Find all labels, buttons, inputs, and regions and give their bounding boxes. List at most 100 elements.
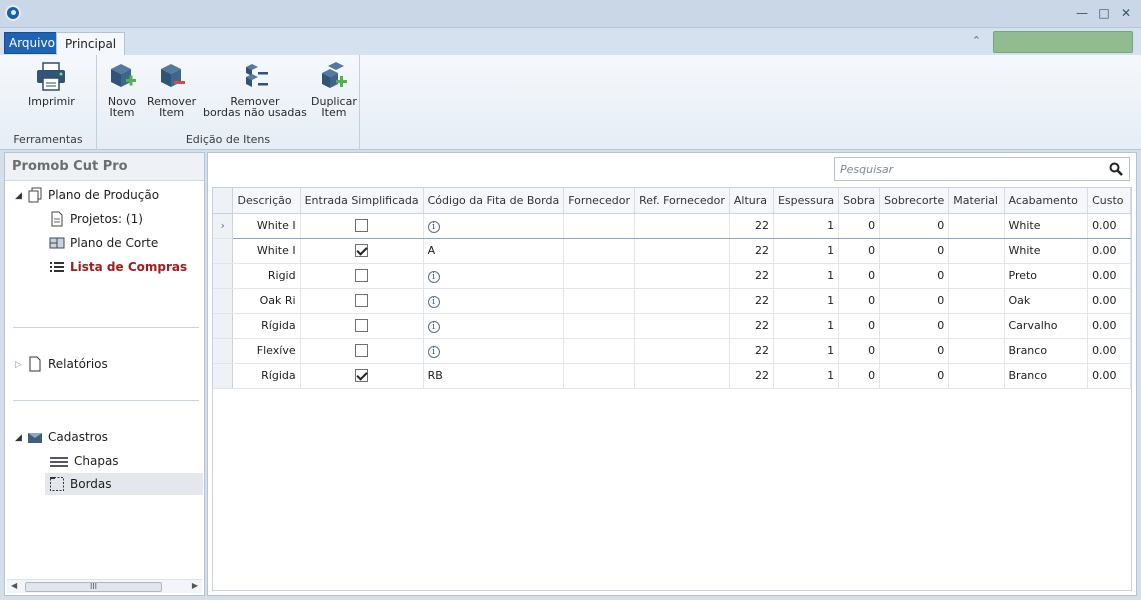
cell-sobrecorte[interactable]: 0	[879, 338, 950, 364]
cell-codigo[interactable]: RB	[423, 363, 565, 389]
cell-descricao[interactable]: Oak Ri	[232, 288, 301, 314]
cell-altura[interactable]: 22	[729, 313, 774, 339]
cell-entrada-simplificada[interactable]	[300, 313, 424, 339]
cell-altura[interactable]: 22	[729, 288, 774, 314]
cell-custo[interactable]: 0.00	[1087, 212, 1131, 239]
column-header[interactable]: Acabamento	[1004, 188, 1089, 214]
cell-ref-fornecedor[interactable]	[634, 338, 730, 364]
search-input[interactable]: Pesquisar	[840, 163, 893, 176]
collapse-arrow-icon[interactable]: ◢	[15, 191, 22, 201]
duplicar-item-button[interactable]: Duplicar Item	[311, 61, 357, 118]
cell-custo[interactable]: 0.00	[1087, 313, 1131, 339]
checkbox[interactable]	[355, 344, 369, 358]
cell-espessura[interactable]: 1	[773, 212, 840, 239]
cell-codigo[interactable]: A	[423, 238, 565, 264]
cell-sobrecorte[interactable]: 0	[879, 288, 950, 314]
cell-descricao[interactable]: White I	[232, 212, 301, 239]
tree-item-plano-corte[interactable]: Plano de Corte	[49, 233, 158, 253]
cell-sobra[interactable]: 0	[838, 288, 881, 314]
column-header[interactable]: Material	[948, 188, 1005, 214]
checkbox[interactable]	[355, 219, 369, 233]
cell-entrada-simplificada[interactable]	[300, 338, 424, 364]
remover-item-button[interactable]: Remover Item	[147, 61, 196, 118]
tree-item-bordas[interactable]: Bordas	[49, 474, 112, 494]
cell-descricao[interactable]: Rigid	[232, 263, 301, 289]
cell-ref-fornecedor[interactable]	[634, 288, 730, 314]
table-row[interactable]: Oak Ri i 22 1 0 0 Oak 0.00	[213, 288, 1131, 314]
tree-item-cadastros[interactable]: Cadastros	[27, 427, 108, 447]
cell-entrada-simplificada[interactable]	[300, 288, 424, 314]
tab-arquivo[interactable]: Arquivo	[4, 32, 60, 54]
checkbox[interactable]	[355, 369, 369, 383]
cell-codigo[interactable]: i	[423, 313, 565, 339]
table-row[interactable]: Rígida RB 22 1 0 0 Branco 0.00	[213, 363, 1131, 389]
cell-espessura[interactable]: 1	[773, 363, 840, 389]
column-header[interactable]: Entrada Simplificada	[300, 188, 424, 214]
cell-espessura[interactable]: 1	[773, 288, 840, 314]
cell-fornecedor[interactable]	[563, 212, 636, 239]
cell-altura[interactable]: 22	[729, 263, 774, 289]
cell-entrada-simplificada[interactable]	[300, 238, 424, 264]
cell-ref-fornecedor[interactable]	[634, 363, 730, 389]
search-icon[interactable]	[1109, 162, 1123, 179]
novo-item-button[interactable]: Novo Item	[107, 61, 137, 118]
table-row[interactable]: Rigid i 22 1 0 0 Preto 0.00	[213, 263, 1131, 289]
tree-item-projetos[interactable]: Projetos: (1)	[49, 209, 143, 229]
cell-custo[interactable]: 0.00	[1087, 363, 1131, 389]
column-header[interactable]: Código da Fita de Borda	[423, 188, 565, 214]
cell-acabamento[interactable]: Carvalho	[1004, 313, 1089, 339]
cell-descricao[interactable]: Rígida	[232, 313, 301, 339]
cell-material[interactable]	[948, 212, 1005, 239]
column-header[interactable]: Ref. Fornecedor	[634, 188, 730, 214]
row-indicator[interactable]: ›	[213, 213, 234, 239]
column-header[interactable]: Sobra	[838, 188, 881, 214]
cell-sobra[interactable]: 0	[838, 313, 881, 339]
app-logo-icon[interactable]	[5, 5, 21, 21]
cell-sobrecorte[interactable]: 0	[879, 238, 950, 264]
tree-item-lista-compras[interactable]: Lista de Compras	[49, 257, 187, 277]
cell-acabamento[interactable]: Branco	[1004, 363, 1089, 389]
column-header[interactable]: Custo	[1087, 188, 1131, 214]
tree-item-chapas[interactable]: Chapas	[49, 451, 119, 471]
cell-espessura[interactable]: 1	[773, 338, 840, 364]
cell-sobrecorte[interactable]: 0	[879, 212, 950, 239]
cell-custo[interactable]: 0.00	[1087, 338, 1131, 364]
column-header[interactable]: Altura	[729, 188, 774, 214]
cell-fornecedor[interactable]	[563, 238, 636, 264]
cell-fornecedor[interactable]	[563, 263, 636, 289]
info-icon[interactable]: i	[427, 220, 440, 233]
cell-descricao[interactable]: White I	[232, 238, 301, 264]
cell-ref-fornecedor[interactable]	[634, 263, 730, 289]
cell-acabamento[interactable]: White	[1004, 238, 1089, 264]
column-header[interactable]: Descrição	[232, 188, 301, 214]
cell-acabamento[interactable]: Oak	[1004, 288, 1089, 314]
table-row[interactable]: White I A 22 1 0 0 White 0.00	[213, 238, 1131, 264]
search-box[interactable]: Pesquisar	[834, 157, 1130, 181]
cell-codigo[interactable]: i	[423, 288, 565, 314]
cell-ref-fornecedor[interactable]	[634, 212, 730, 239]
checkbox[interactable]	[355, 244, 369, 258]
info-icon[interactable]: i	[427, 320, 440, 333]
remover-bordas-button[interactable]: Remover bordas não usadas	[203, 61, 307, 118]
tree-item-plano-producao[interactable]: Plano de Produção	[27, 185, 159, 205]
cell-acabamento[interactable]: Branco	[1004, 338, 1089, 364]
scroll-left-icon[interactable]: ◀	[11, 581, 17, 590]
cell-sobra[interactable]: 0	[838, 363, 881, 389]
maximize-icon[interactable]: □	[1097, 6, 1111, 20]
cell-sobra[interactable]: 0	[838, 212, 881, 239]
cell-descricao[interactable]: Rígida	[232, 363, 301, 389]
info-icon[interactable]: i	[427, 345, 440, 358]
cell-altura[interactable]: 22	[729, 212, 774, 239]
table-row[interactable]: Flexíve i 22 1 0 0 Branco 0.00	[213, 338, 1131, 364]
cell-custo[interactable]: 0.00	[1087, 263, 1131, 289]
table-row[interactable]: Rígida i 22 1 0 0 Carvalho 0.00	[213, 313, 1131, 339]
collapse-ribbon-icon[interactable]: ⌃	[972, 34, 981, 47]
minimize-icon[interactable]: —	[1075, 6, 1089, 20]
column-header[interactable]: Espessura	[773, 188, 840, 214]
horizontal-scrollbar[interactable]: ◀ III ▶	[7, 579, 202, 593]
cell-fornecedor[interactable]	[563, 288, 636, 314]
cell-descricao[interactable]: Flexíve	[232, 338, 301, 364]
cell-custo[interactable]: 0.00	[1087, 288, 1131, 314]
tab-principal[interactable]: Principal	[56, 32, 126, 55]
cell-fornecedor[interactable]	[563, 338, 636, 364]
